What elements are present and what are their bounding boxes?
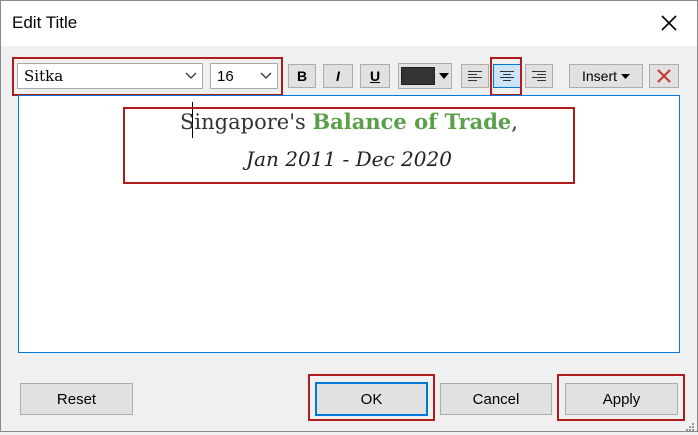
reset-button[interactable]: Reset [20, 383, 133, 415]
insert-menu-button[interactable]: Insert [569, 64, 643, 88]
underline-button[interactable]: U [360, 64, 390, 88]
cancel-label: Cancel [472, 390, 520, 408]
caret-down-icon [621, 73, 630, 79]
text-color-button[interactable] [398, 63, 452, 89]
align-left-icon [468, 69, 482, 83]
italic-label: I [336, 68, 340, 84]
bold-button[interactable]: B [288, 64, 316, 88]
align-left-button[interactable] [461, 64, 489, 88]
reset-label: Reset [56, 390, 97, 408]
bold-label: B [296, 68, 308, 84]
font-controls-highlight [12, 57, 283, 96]
ok-highlight [308, 374, 435, 421]
resize-grip-icon[interactable] [685, 419, 695, 431]
italic-button[interactable]: I [323, 64, 353, 88]
clear-format-button[interactable] [649, 64, 679, 88]
underline-label: U [369, 68, 381, 84]
close-button[interactable] [652, 8, 686, 38]
insert-label: Insert [581, 68, 617, 84]
clear-x-icon [657, 69, 671, 83]
align-center-highlight [490, 57, 522, 96]
close-icon [661, 15, 677, 31]
align-right-icon [532, 69, 546, 83]
cancel-button[interactable]: Cancel [440, 383, 552, 415]
caret-down-icon [439, 73, 449, 79]
dialog-title: Edit Title [12, 13, 78, 32]
title-bar [1, 1, 697, 46]
apply-highlight [557, 374, 685, 421]
title-text-highlight-box [123, 107, 575, 184]
color-swatch [401, 67, 435, 85]
align-right-button[interactable] [525, 64, 553, 88]
